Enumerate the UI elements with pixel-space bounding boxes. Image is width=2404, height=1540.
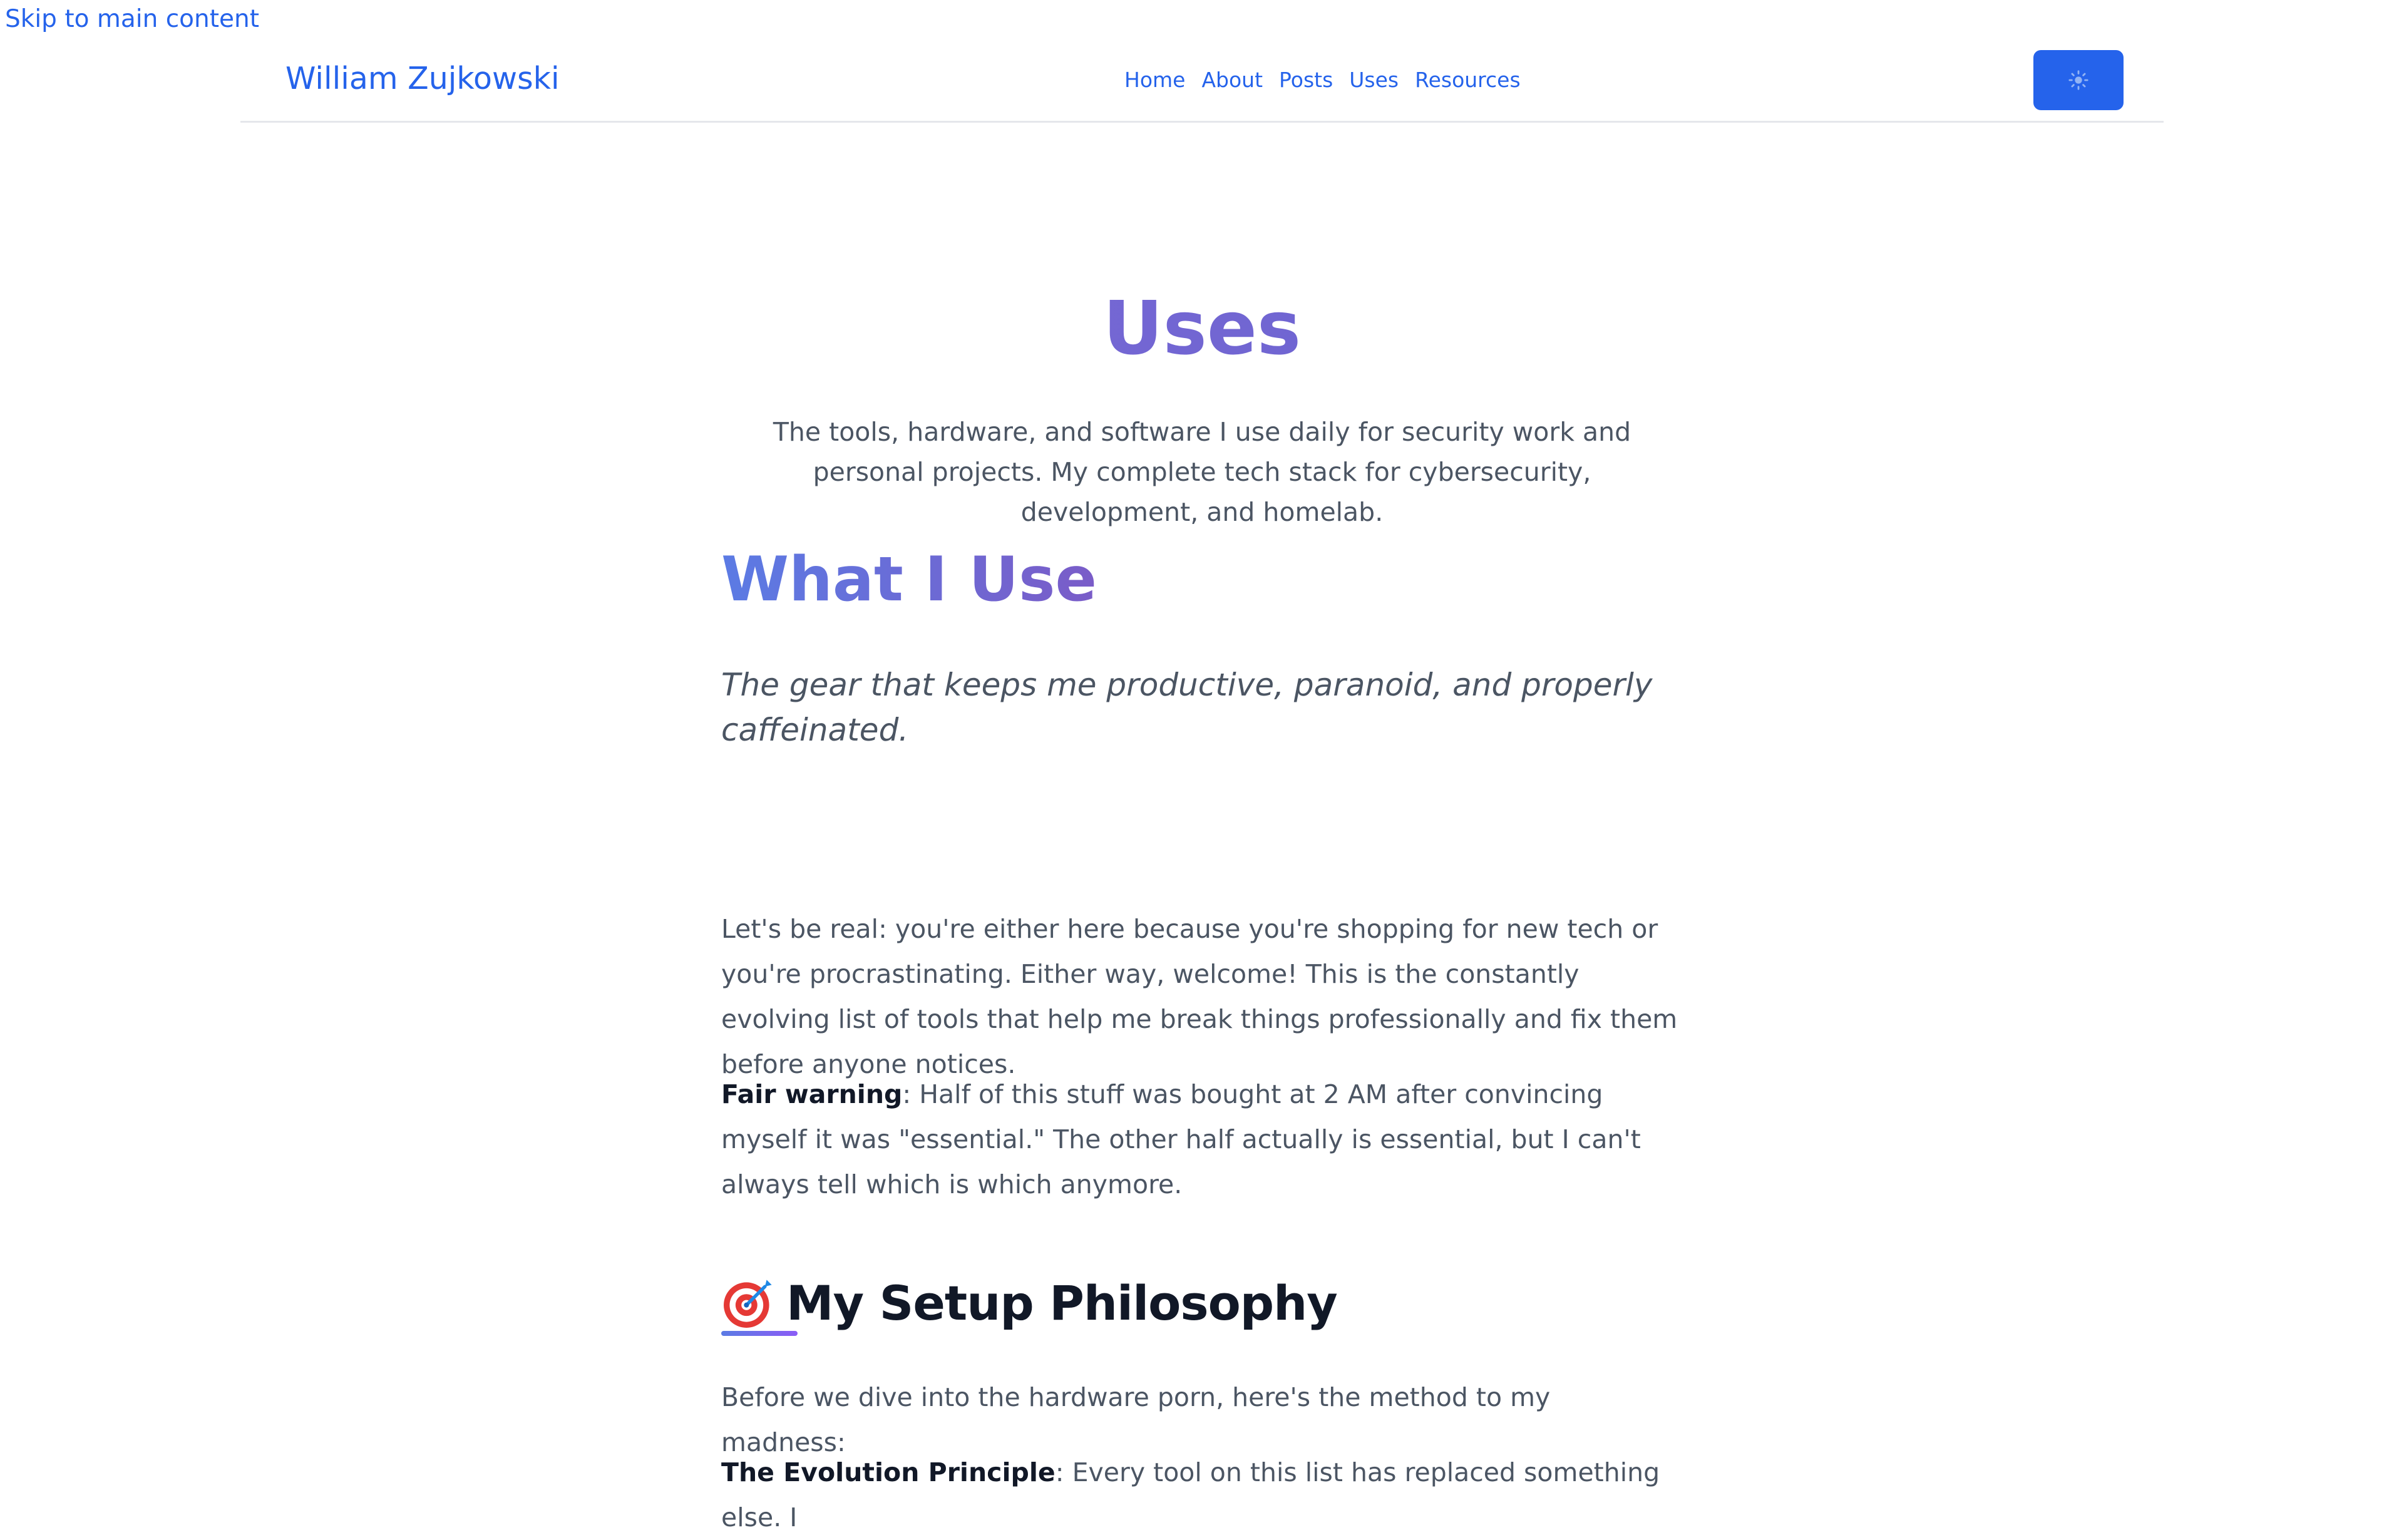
intro-paragraph: Let's be real: you're either here becaus…: [721, 914, 1678, 1079]
page-tagline: The gear that keeps me productive, paran…: [721, 667, 1653, 748]
theme-toggle-button[interactable]: [2033, 50, 2124, 110]
site-header: William Zujkowski Home About Posts Uses …: [240, 49, 2164, 123]
what-i-use-heading: What I Use: [721, 541, 1097, 619]
evolution-paragraph: The Evolution Principle: Every tool on t…: [721, 1450, 1683, 1540]
nav-resources-link[interactable]: Resources: [1415, 66, 1521, 94]
nav-home-link[interactable]: Home: [1124, 66, 1185, 94]
target-icon: [724, 1280, 772, 1328]
nav-about-link[interactable]: About: [1201, 66, 1263, 94]
sun-icon: [2068, 70, 2088, 90]
nav-uses-link[interactable]: Uses: [1349, 66, 1399, 94]
section-heading-underline: [721, 1331, 798, 1336]
page-title: Uses: [721, 284, 1683, 372]
warning-paragraph: Fair warning: Half of this stuff was bou…: [721, 1072, 1683, 1207]
page-description: The tools, hardware, and software I use …: [773, 417, 1631, 527]
main-nav: Home About Posts Uses Resources: [1124, 66, 1537, 94]
nav-posts-link[interactable]: Posts: [1279, 66, 1333, 94]
setup-philosophy-heading-text: My Setup Philosophy: [786, 1275, 1338, 1331]
site-brand-link[interactable]: William Zujkowski: [285, 60, 560, 98]
skip-to-main-content-link[interactable]: Skip to main content: [5, 4, 259, 35]
evolution-label: The Evolution Principle: [721, 1457, 1056, 1487]
setup-philosophy-heading: My Setup Philosophy: [721, 1272, 1338, 1335]
warning-label: Fair warning: [721, 1079, 903, 1109]
